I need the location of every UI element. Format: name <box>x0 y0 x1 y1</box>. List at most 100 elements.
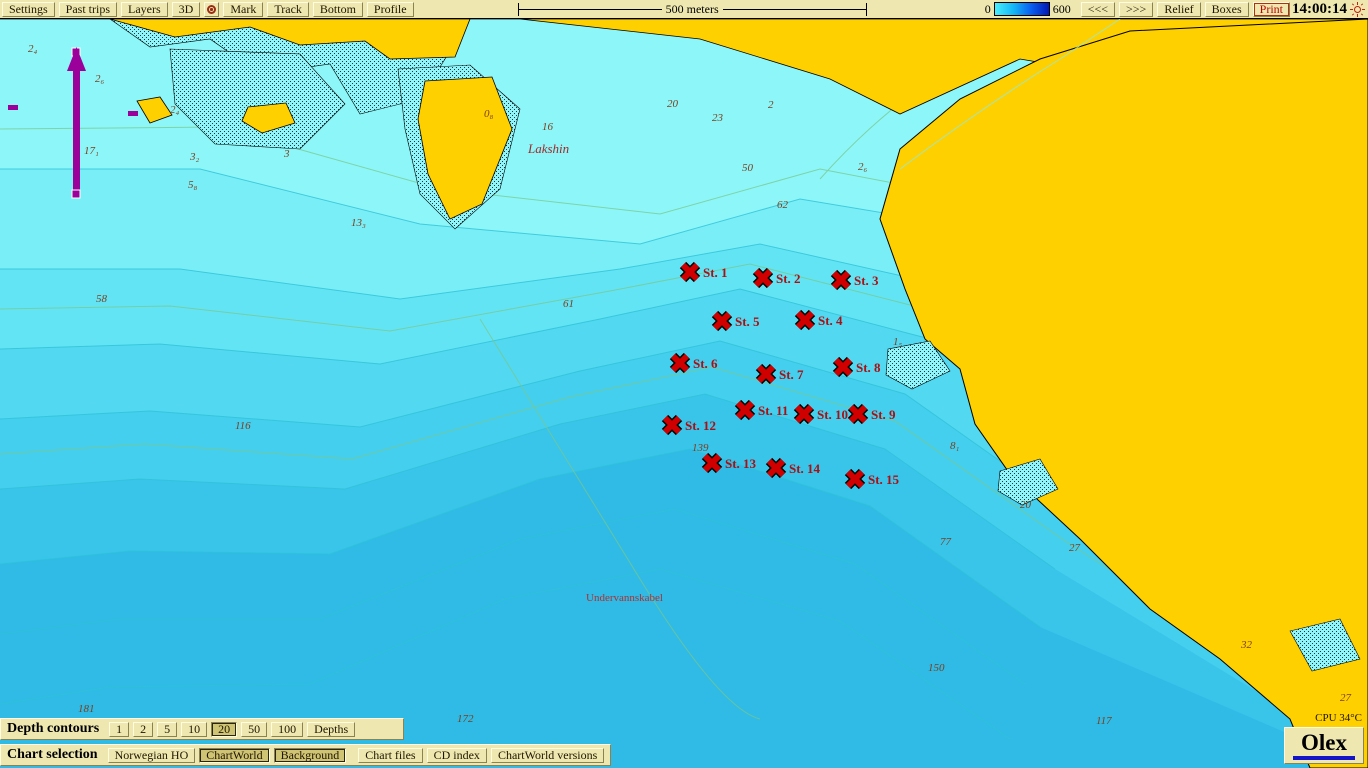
depth-gradient-ramp <box>993 2 1050 16</box>
profile-button[interactable]: Profile <box>366 1 414 17</box>
sounding-label: 61 <box>563 298 574 310</box>
chart-selection-title: Chart selection <box>7 747 98 762</box>
sounding-label: 139 <box>692 442 709 454</box>
bottom-button[interactable]: Bottom <box>312 1 363 17</box>
sounding-label: 1₅ <box>893 336 903 348</box>
chartworld-versions-button[interactable]: ChartWorld versions <box>490 747 605 763</box>
sounding-label: 13₃ <box>351 217 366 229</box>
clock-area: 14:00:14 <box>1292 1 1368 18</box>
threed-button[interactable]: 3D <box>171 1 201 17</box>
cd-index-button[interactable]: CD index <box>426 747 487 763</box>
sounding-label: 32 <box>1240 639 1253 651</box>
sounding-label: 2 <box>768 99 774 111</box>
sounding-label: 27 <box>1340 692 1352 704</box>
background-button[interactable]: Background <box>273 747 347 763</box>
station-marker: St. 5 <box>711 310 760 332</box>
sounding-label: 77 <box>940 536 952 548</box>
station-marker: St. 15 <box>844 468 900 490</box>
boxes-button[interactable]: Boxes <box>1204 1 1249 17</box>
depths-button[interactable]: Depths <box>307 721 356 737</box>
olex-logo: Olex <box>1284 727 1364 764</box>
station-label: St. 5 <box>735 314 760 329</box>
scale-bar-left-cap <box>517 2 519 16</box>
station-label: St. 4 <box>818 313 843 328</box>
scale-bar-label: 500 meters <box>661 1 723 17</box>
depth-contours-bar: Depth contours 1 2 5 10 20 50 100 Depths <box>0 718 404 740</box>
olex-chart-plotter-window: Settings Past trips Layers 3D Mark Track… <box>0 0 1368 768</box>
track-button[interactable]: Track <box>267 1 309 17</box>
sounding-label: 17₁ <box>84 145 99 157</box>
settings-button[interactable]: Settings <box>2 1 55 17</box>
station-marker: St. 9 <box>847 403 896 425</box>
compass-rose-icon[interactable] <box>204 1 220 17</box>
station-label: St. 8 <box>856 360 881 375</box>
olex-logo-underline <box>1293 756 1355 760</box>
sounding-label: 116 <box>235 420 251 432</box>
scale-bar: 500 meters <box>517 0 867 19</box>
cable-label: Undervannskabel <box>586 592 663 604</box>
sounding-label: 2₄ <box>28 43 38 55</box>
sounding-label: 2₆ <box>95 73 105 85</box>
station-marker: St. 2 <box>752 267 801 289</box>
station-label: St. 3 <box>854 273 879 288</box>
prev-button[interactable]: <<< <box>1080 1 1116 17</box>
depth-contours-title: Depth contours <box>7 721 100 736</box>
layers-button[interactable]: Layers <box>121 1 168 17</box>
sun-icon[interactable] <box>1350 1 1365 17</box>
station-label: St. 1 <box>703 265 728 280</box>
sounding-label: 2₆ <box>858 161 868 173</box>
depth-contour-2[interactable]: 2 <box>133 721 154 737</box>
toolbar-left-group: Settings Past trips Layers 3D Mark Track… <box>0 1 416 17</box>
cpu-temperature-status: CPU 34°C <box>1315 712 1362 724</box>
station-label: St. 15 <box>868 472 900 487</box>
depth-contour-100[interactable]: 100 <box>271 721 304 737</box>
depth-contour-20[interactable]: 20 <box>211 721 238 737</box>
place-label: Lakshin <box>527 141 569 156</box>
station-marker: St. 13 <box>701 452 757 474</box>
relief-button[interactable]: Relief <box>1157 1 1201 17</box>
chartworld-button[interactable]: ChartWorld <box>199 747 270 763</box>
station-marker: St. 4 <box>794 309 843 331</box>
depth-contour-5[interactable]: 5 <box>157 721 178 737</box>
print-button[interactable]: Print <box>1252 1 1290 17</box>
next-button[interactable]: >>> <box>1119 1 1154 17</box>
depth-colour-legend: 0 600 <box>985 2 1071 17</box>
nautical-chart-canvas[interactable]: Lakshin Undervannskabel 2₄ 2₆ 2₄ 17₁ 3₂ … <box>0 19 1368 768</box>
station-marker: St. 3 <box>830 269 879 291</box>
depth-contour-10[interactable]: 10 <box>181 721 208 737</box>
sounding-label: 181 <box>78 703 95 715</box>
olex-wordmark: Olex <box>1301 730 1347 755</box>
station-marker: St. 8 <box>832 356 881 378</box>
scale-bar-right-cap <box>865 2 867 16</box>
depth-contour-1[interactable]: 1 <box>109 721 130 737</box>
station-label: St. 12 <box>685 418 716 433</box>
legend-min-label: 0 <box>984 1 991 16</box>
station-label: St. 2 <box>776 271 801 286</box>
sounding-label: 150 <box>928 662 945 674</box>
sounding-label: 8₁ <box>950 440 960 452</box>
sounding-label: 20 <box>1020 499 1032 511</box>
sounding-label: 27 <box>1069 542 1081 554</box>
station-label: St. 6 <box>693 356 718 371</box>
sounding-label: 16 <box>542 121 554 133</box>
sounding-label: 58 <box>96 293 108 305</box>
station-marker: St. 12 <box>661 414 716 436</box>
sounding-label: 5₈ <box>188 179 198 191</box>
station-marker: St. 14 <box>765 457 821 479</box>
sounding-label: 172 <box>457 713 474 725</box>
chart-files-button[interactable]: Chart files <box>358 747 423 763</box>
sounding-label: 62 <box>777 199 789 211</box>
station-label: St. 10 <box>817 407 848 422</box>
station-label: St. 11 <box>758 403 788 418</box>
mark-button[interactable]: Mark <box>223 1 264 17</box>
station-label: St. 13 <box>725 456 757 471</box>
station-label: St. 9 <box>871 407 896 422</box>
sounding-label: 117 <box>1096 715 1112 727</box>
norwegian-ho-button[interactable]: Norwegian HO <box>107 747 196 763</box>
past-trips-button[interactable]: Past trips <box>58 1 118 17</box>
sounding-label: 2₄ <box>170 104 180 116</box>
station-marker: St. 7 <box>755 363 804 385</box>
station-label: St. 7 <box>779 367 804 382</box>
depth-contour-50[interactable]: 50 <box>241 721 268 737</box>
sounding-label: 0₈ <box>484 108 494 120</box>
